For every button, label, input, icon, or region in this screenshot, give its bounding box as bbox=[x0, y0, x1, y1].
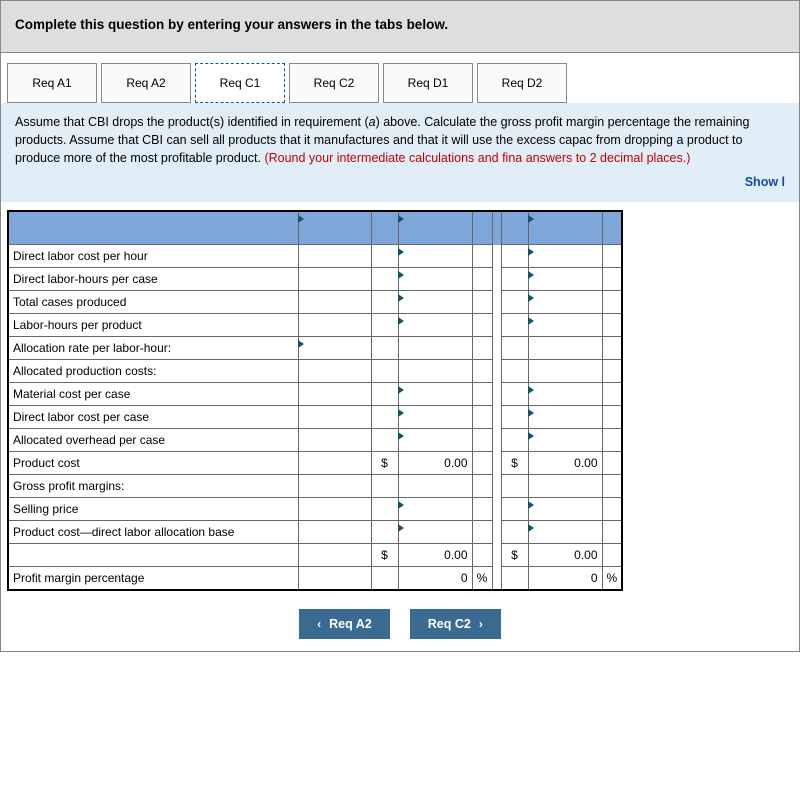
input-cell[interactable] bbox=[398, 521, 472, 544]
calc-cell: 0.00 bbox=[398, 544, 472, 567]
prev-label: Req A2 bbox=[329, 617, 372, 631]
table-row: Allocated production costs: bbox=[8, 360, 622, 383]
show-less-link[interactable]: Show l bbox=[745, 175, 785, 189]
input-cell[interactable] bbox=[398, 406, 472, 429]
tab-req-a2[interactable]: Req A2 bbox=[101, 63, 191, 103]
row-label: Selling price bbox=[8, 498, 298, 521]
row-label: Total cases produced bbox=[8, 291, 298, 314]
input-cell[interactable] bbox=[528, 291, 602, 314]
input-cell[interactable] bbox=[528, 498, 602, 521]
currency-symbol: $ bbox=[371, 544, 398, 567]
table-row: Selling price bbox=[8, 498, 622, 521]
tab-bar: Req A1 Req A2 Req C1 Req C2 Req D1 Req D… bbox=[1, 53, 799, 103]
table-row: Direct labor cost per case bbox=[8, 406, 622, 429]
calc-cell: 0.00 bbox=[528, 452, 602, 475]
col-c-header[interactable] bbox=[528, 211, 602, 245]
input-cell[interactable] bbox=[398, 245, 472, 268]
row-label: Direct labor-hours per case bbox=[8, 268, 298, 291]
tab-req-d2[interactable]: Req D2 bbox=[477, 63, 567, 103]
row-label: Product cost—direct labor allocation bas… bbox=[8, 521, 298, 544]
row-label: Labor-hours per product bbox=[8, 314, 298, 337]
currency-symbol: $ bbox=[501, 544, 528, 567]
table-row: Gross profit margins: bbox=[8, 475, 622, 498]
row-label: Allocation rate per labor-hour: bbox=[8, 337, 298, 360]
tab-req-c2[interactable]: Req C2 bbox=[289, 63, 379, 103]
row-label bbox=[8, 544, 298, 567]
calc-cell: 0.00 bbox=[528, 544, 602, 567]
table-row: Product cost $0.00 $0.00 bbox=[8, 452, 622, 475]
chevron-right-icon: › bbox=[479, 617, 483, 631]
table-row: Allocation rate per labor-hour: bbox=[8, 337, 622, 360]
calc-cell: 0 bbox=[398, 567, 472, 590]
table-row: Product cost—direct labor allocation bas… bbox=[8, 521, 622, 544]
table-row: Profit margin percentage 0% 0% bbox=[8, 567, 622, 590]
input-cell[interactable] bbox=[398, 429, 472, 452]
instr-italic-a: a bbox=[369, 115, 376, 129]
row-label: Material cost per case bbox=[8, 383, 298, 406]
row-label: Direct labor cost per case bbox=[8, 406, 298, 429]
input-cell[interactable] bbox=[528, 314, 602, 337]
input-cell[interactable] bbox=[528, 245, 602, 268]
row-label: Direct labor cost per hour bbox=[8, 245, 298, 268]
instruction-header: Complete this question by entering your … bbox=[1, 1, 799, 53]
input-cell[interactable] bbox=[528, 521, 602, 544]
table-row: Total cases produced bbox=[8, 291, 622, 314]
input-cell[interactable] bbox=[398, 383, 472, 406]
input-cell[interactable] bbox=[528, 406, 602, 429]
input-cell[interactable] bbox=[528, 268, 602, 291]
input-cell[interactable] bbox=[298, 337, 371, 360]
calc-cell: 0 bbox=[528, 567, 602, 590]
table-row: Material cost per case bbox=[8, 383, 622, 406]
calc-cell: 0.00 bbox=[398, 452, 472, 475]
input-cell[interactable] bbox=[398, 268, 472, 291]
table-row: Allocated overhead per case bbox=[8, 429, 622, 452]
next-label: Req C2 bbox=[428, 617, 471, 631]
instr-part1: Assume that CBI drops the product(s) ide… bbox=[15, 115, 369, 129]
answer-table: Direct labor cost per hour Direct labor-… bbox=[7, 210, 623, 591]
col-a-header[interactable] bbox=[298, 211, 371, 245]
col-b-header[interactable] bbox=[398, 211, 472, 245]
instruction-text: Assume that CBI drops the product(s) ide… bbox=[1, 103, 799, 202]
tab-req-d1[interactable]: Req D1 bbox=[383, 63, 473, 103]
question-panel: Complete this question by entering your … bbox=[0, 0, 800, 652]
chevron-left-icon: ‹ bbox=[317, 617, 321, 631]
prev-button[interactable]: ‹ Req A2 bbox=[299, 609, 390, 639]
currency-symbol: $ bbox=[371, 452, 398, 475]
row-label: Gross profit margins: bbox=[8, 475, 298, 498]
table-header-row bbox=[8, 211, 622, 245]
table-row: Direct labor-hours per case bbox=[8, 268, 622, 291]
next-button[interactable]: Req C2 › bbox=[410, 609, 501, 639]
currency-symbol: $ bbox=[501, 452, 528, 475]
instr-rounding: (Round your intermediate calculations an… bbox=[264, 151, 690, 165]
header-title: Complete this question by entering your … bbox=[15, 17, 785, 32]
row-label: Product cost bbox=[8, 452, 298, 475]
table-row: Labor-hours per product bbox=[8, 314, 622, 337]
input-cell[interactable] bbox=[398, 291, 472, 314]
input-cell[interactable] bbox=[398, 314, 472, 337]
input-cell[interactable] bbox=[528, 383, 602, 406]
tab-req-c1[interactable]: Req C1 bbox=[195, 63, 285, 103]
row-label: Allocated overhead per case bbox=[8, 429, 298, 452]
percent-symbol: % bbox=[602, 567, 622, 590]
table-row: $0.00 $0.00 bbox=[8, 544, 622, 567]
table-row: Direct labor cost per hour bbox=[8, 245, 622, 268]
percent-symbol: % bbox=[472, 567, 492, 590]
nav-buttons: ‹ Req A2 Req C2 › bbox=[1, 599, 799, 651]
row-label: Allocated production costs: bbox=[8, 360, 298, 383]
row-label: Profit margin percentage bbox=[8, 567, 298, 590]
answer-table-wrap: Direct labor cost per hour Direct labor-… bbox=[1, 202, 799, 599]
tab-req-a1[interactable]: Req A1 bbox=[7, 63, 97, 103]
input-cell[interactable] bbox=[528, 429, 602, 452]
input-cell[interactable] bbox=[398, 498, 472, 521]
